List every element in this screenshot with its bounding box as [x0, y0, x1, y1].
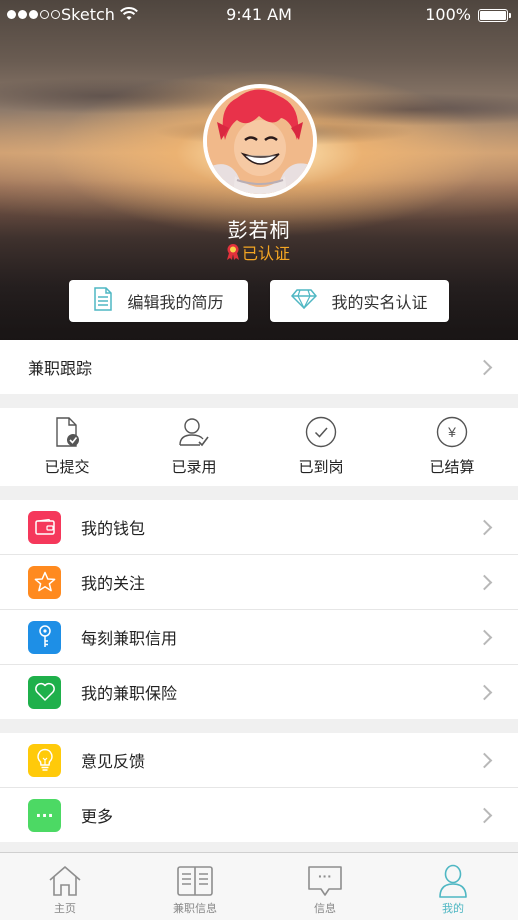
- heart-icon: [28, 675, 61, 709]
- chevron-right-icon: [476, 807, 493, 823]
- verified-badge: 已认证: [226, 240, 290, 264]
- avatar[interactable]: [203, 84, 317, 198]
- real-name-auth-button[interactable]: 我的实名认证: [270, 280, 449, 322]
- tab-home[interactable]: 主页: [0, 853, 130, 920]
- chevron-right-icon: [476, 519, 493, 535]
- yen-circle-icon: ¥: [436, 416, 468, 448]
- menu-item-following[interactable]: 我的关注: [0, 555, 518, 609]
- chevron-right-icon: [476, 629, 493, 645]
- edit-resume-label: 编辑我的简历: [127, 293, 224, 312]
- tab-label: 兼职信息: [173, 902, 217, 915]
- user-name: 彭若桐: [227, 218, 291, 242]
- menu-label: 我的钱包: [81, 519, 146, 538]
- document-check-icon: [54, 416, 80, 448]
- user-check-icon: [178, 416, 210, 448]
- more-dots-icon: ···: [28, 798, 61, 832]
- menu-label: 每刻兼职信用: [81, 629, 178, 648]
- stage-settled[interactable]: ¥ 已结算: [387, 408, 517, 486]
- chevron-right-icon: [476, 684, 493, 700]
- tracking-stages: 已提交 已录用 已到岗 ¥ 已结算: [0, 408, 518, 486]
- tab-bar: 主页 兼职信息 ··· 信息 我的: [0, 852, 518, 920]
- wallet-icon: [28, 510, 61, 544]
- tab-label: 信息: [314, 902, 336, 915]
- real-name-label: 我的实名认证: [331, 293, 428, 312]
- menu-label: 意见反馈: [81, 752, 146, 771]
- tab-messages[interactable]: ··· 信息: [260, 853, 390, 920]
- stage-label: 已录用: [171, 458, 217, 476]
- chevron-right-icon: [476, 359, 493, 375]
- tab-label: 主页: [54, 902, 76, 915]
- chevron-right-icon: [476, 752, 493, 768]
- home-icon: [48, 863, 82, 899]
- tab-label: 我的: [442, 902, 464, 915]
- svg-text:···: ···: [318, 868, 332, 884]
- tracking-title: 兼职跟踪: [28, 359, 93, 378]
- star-icon: [28, 565, 61, 599]
- stage-label: 已到岗: [298, 458, 344, 476]
- circle-check-icon: [305, 416, 337, 448]
- diamond-icon: [291, 289, 318, 313]
- menu-label: 更多: [81, 807, 114, 826]
- edit-resume-button[interactable]: 编辑我的简历: [69, 280, 248, 322]
- battery-percent: 100%: [425, 5, 471, 24]
- tab-mine[interactable]: 我的: [388, 853, 518, 920]
- menu-item-feedback[interactable]: 意见反馈: [0, 733, 518, 787]
- lightbulb-icon: [28, 743, 61, 777]
- menu-item-wallet[interactable]: 我的钱包: [0, 500, 518, 554]
- part-time-tracking-row[interactable]: 兼职跟踪: [0, 340, 518, 394]
- menu-item-credit[interactable]: 每刻兼职信用: [0, 610, 518, 664]
- stage-on-duty[interactable]: 已到岗: [256, 408, 386, 486]
- menu-label: 我的兼职保险: [81, 684, 178, 703]
- stage-label: 已结算: [429, 458, 475, 476]
- verified-label: 已认证: [242, 244, 291, 263]
- menu-item-insurance[interactable]: 我的兼职保险: [0, 665, 518, 719]
- menu-label: 我的关注: [81, 574, 146, 593]
- stage-hired[interactable]: 已录用: [129, 408, 259, 486]
- chevron-right-icon: [476, 574, 493, 590]
- menu-item-more[interactable]: ··· 更多: [0, 788, 518, 842]
- tab-part-time-info[interactable]: 兼职信息: [130, 853, 260, 920]
- message-icon: ···: [307, 863, 343, 899]
- battery-icon: [478, 9, 511, 22]
- profile-header: Sketch 9:41 AM 100% 彭若桐 已认证 编辑我的简历 我的实名认…: [0, 0, 518, 340]
- key-icon: [28, 620, 61, 654]
- status-bar: Sketch 9:41 AM 100%: [0, 0, 518, 30]
- person-icon: [438, 863, 468, 899]
- document-icon: [93, 287, 113, 315]
- svg-text:¥: ¥: [447, 424, 456, 440]
- medal-icon: [226, 243, 240, 261]
- book-icon: [177, 863, 213, 899]
- stage-label: 已提交: [44, 458, 90, 476]
- stage-submitted[interactable]: 已提交: [2, 408, 132, 486]
